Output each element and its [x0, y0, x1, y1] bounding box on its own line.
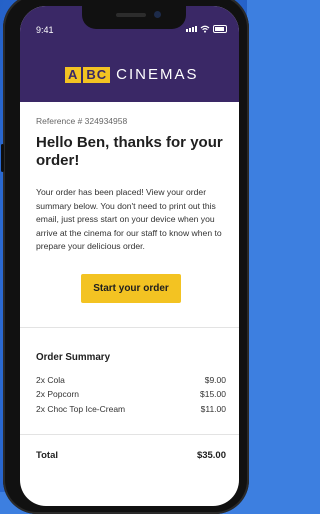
wifi-icon: [200, 25, 210, 33]
logo-letters-bc: BC: [83, 67, 111, 83]
notch: [82, 6, 186, 29]
logo-letter-a: A: [65, 67, 82, 83]
order-summary-title: Order Summary: [36, 351, 111, 363]
item-name: 2x Cola: [36, 374, 65, 385]
item-name: 2x Choc Top Ice-Cream: [36, 403, 126, 414]
list-item: 2x Choc Top Ice-Cream $11.00: [36, 402, 226, 417]
total-value: $35.00: [196, 450, 226, 461]
brand-header: A BC CINEMAS: [20, 50, 239, 102]
item-price: $11.00: [200, 403, 226, 414]
list-item: 2x Cola $9.00: [36, 373, 226, 388]
phone-screen: 9:41 A BC CINEMAS Reference # 324934958 …: [20, 6, 239, 506]
list-item: 2x Popcorn $15.00: [36, 387, 226, 402]
battery-icon: [213, 25, 227, 33]
greeting-heading: Hello Ben, thanks for your order!: [36, 134, 223, 169]
order-items-list: 2x Cola $9.00 2x Popcorn $15.00 2x Choc …: [36, 373, 226, 417]
abc-cinemas-logo: A BC CINEMAS: [65, 67, 199, 83]
camera-icon: [154, 11, 161, 18]
start-order-button[interactable]: Start your order: [81, 273, 181, 303]
total-label: Total: [36, 450, 58, 461]
order-message: Your order has been placed! View your or…: [36, 187, 222, 251]
signal-icon: [186, 26, 197, 32]
email-content: Reference # 324934958 Hello Ben, thanks …: [20, 102, 239, 461]
background: 9:41 A BC CINEMAS Reference # 324934958 …: [0, 0, 249, 514]
status-time: 9:41: [36, 25, 54, 35]
item-price: $9.00: [204, 374, 226, 385]
logo-wordmark: CINEMAS: [116, 66, 199, 83]
system-icons: [186, 25, 227, 33]
total-row: Total $35.00: [36, 435, 226, 461]
phone-side-button: [1, 144, 4, 172]
item-name: 2x Popcorn: [36, 389, 79, 399]
status-bar: 9:41: [20, 6, 239, 50]
order-reference: Reference # 324934958: [36, 116, 128, 126]
item-price: $15.00: [200, 389, 226, 399]
divider: [20, 326, 239, 328]
phone-frame: 9:41 A BC CINEMAS Reference # 324934958 …: [1, 0, 249, 514]
speaker-icon: [116, 13, 146, 17]
